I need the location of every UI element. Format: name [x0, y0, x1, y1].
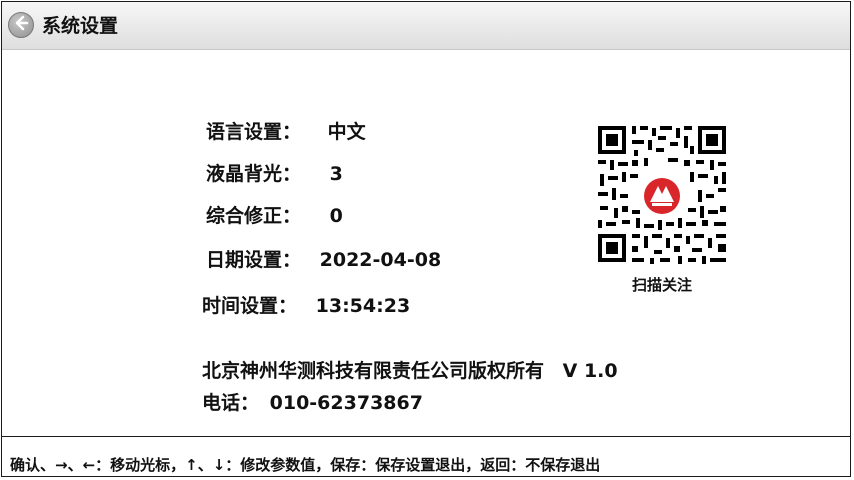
setting-row-date: 日期设置： 2022-04-08 [206, 248, 441, 272]
backlight-label: 液晶背光： [206, 163, 302, 185]
back-arrow-icon [13, 15, 29, 35]
back-button[interactable] [8, 12, 34, 38]
title-bar: 系统设置 [2, 2, 850, 50]
version-label: V 1.0 [562, 360, 618, 382]
window: 系统设置 语言设置： 中文 液晶背光： 3 综合修正： 0 日期设置： 2022… [1, 1, 851, 477]
setting-row-language: 语言设置： 中文 [206, 120, 366, 144]
phone-number: 010-62373867 [269, 392, 423, 414]
backlight-value[interactable]: 3 [330, 162, 343, 186]
qr-code-icon [588, 116, 736, 274]
language-value[interactable]: 中文 [328, 120, 366, 144]
date-value[interactable]: 2022-04-08 [320, 248, 442, 272]
company-name: 北京神州华测科技有限责任公司版权所有 [202, 360, 545, 382]
phone-label: 电话： [202, 392, 260, 414]
correction-label: 综合修正： [206, 205, 302, 227]
correction-value[interactable]: 0 [330, 204, 343, 228]
language-label: 语言设置： [206, 121, 302, 143]
date-label: 日期设置： [206, 249, 302, 271]
phone-line: 电话： 010-62373867 [202, 390, 423, 416]
time-value[interactable]: 13:54:23 [316, 294, 411, 318]
footer-hint: 确认、→、←：移动光标，↑、↓：修改参数值，保存：保存设置退出，返回：不保存退出 [10, 456, 601, 474]
time-label: 时间设置： [202, 295, 298, 317]
qr-code [588, 116, 736, 274]
footer-hint-bar: 确认、→、←：移动光标，↑、↓：修改参数值，保存：保存设置退出，返回：不保存退出 [2, 436, 850, 476]
copyright-line: 北京神州华测科技有限责任公司版权所有 V 1.0 [202, 358, 618, 384]
setting-row-correction: 综合修正： 0 [206, 204, 343, 228]
setting-row-time: 时间设置： 13:54:23 [202, 294, 410, 318]
page-title: 系统设置 [42, 15, 119, 37]
qr-caption: 扫描关注 [631, 276, 692, 294]
setting-row-backlight: 液晶背光： 3 [206, 162, 343, 186]
